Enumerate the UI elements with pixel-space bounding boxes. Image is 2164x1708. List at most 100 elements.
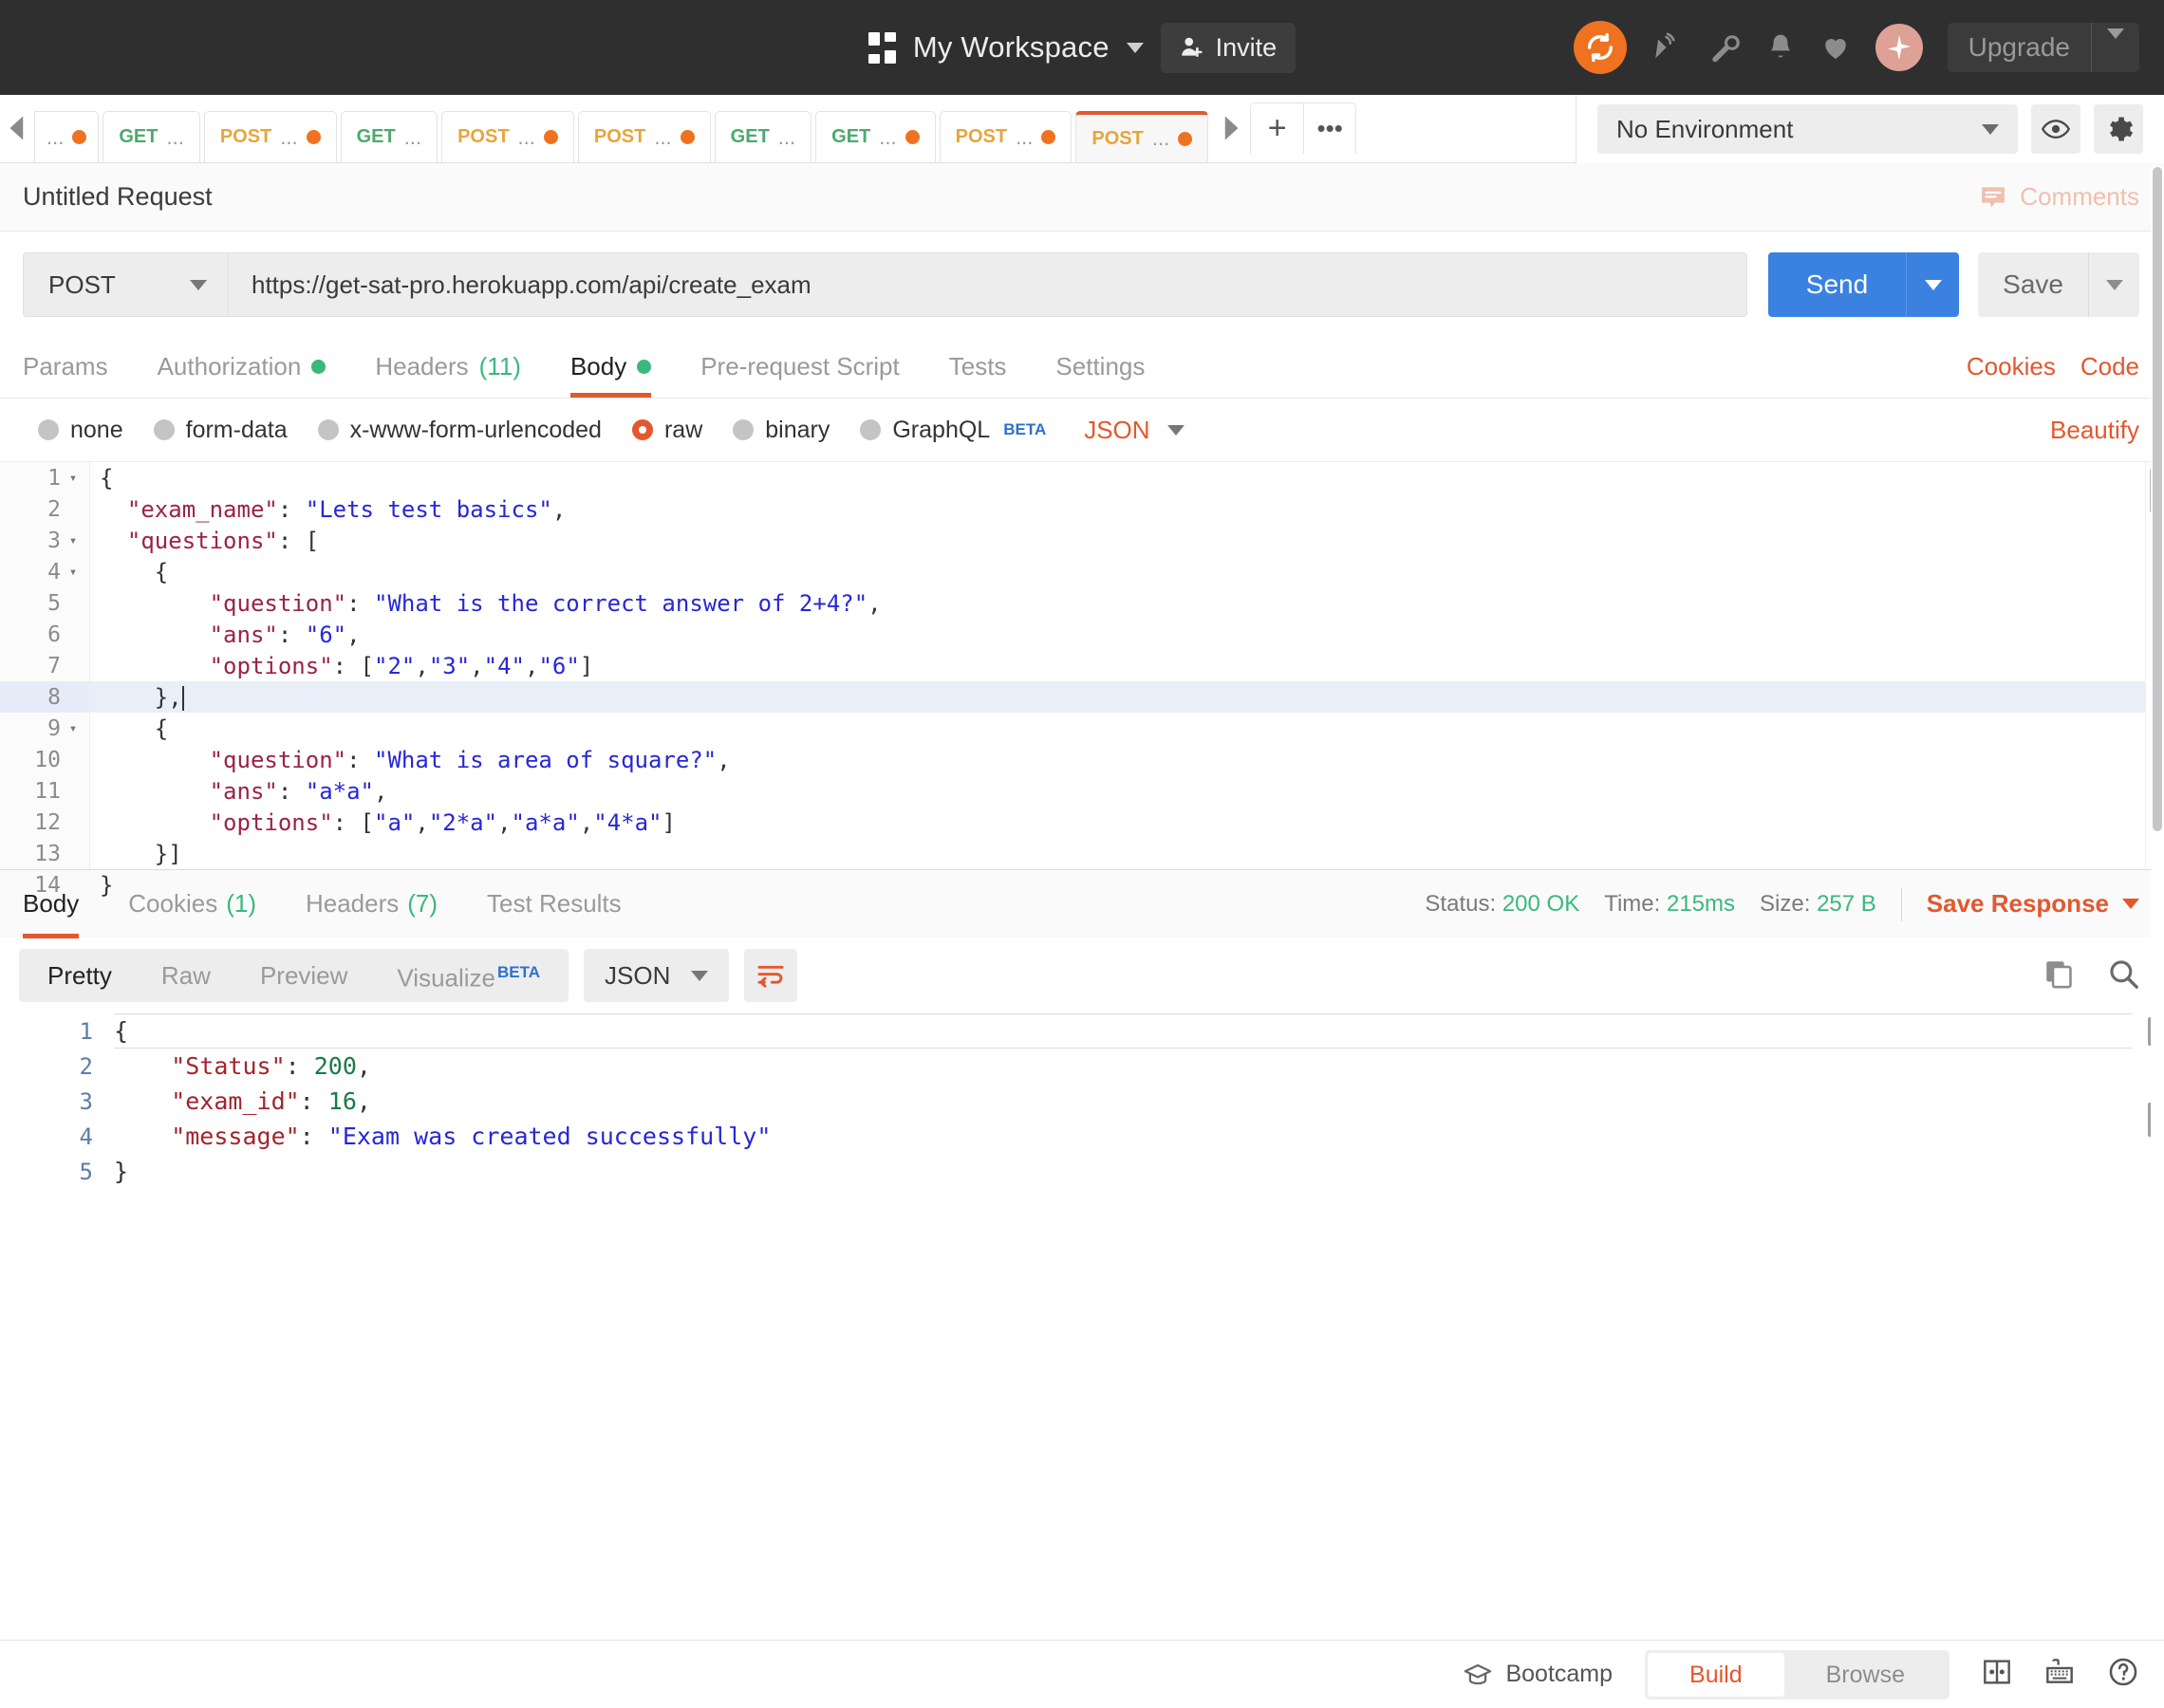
help-button[interactable] [2107,1656,2139,1693]
response-tab-body[interactable]: Body [23,870,103,938]
settings-wrench-button[interactable] [1708,31,1741,64]
search-button[interactable] [2107,957,2139,994]
body-type-graphql[interactable]: GraphQL BETA [860,417,1046,444]
body-type-raw[interactable]: raw [631,417,702,444]
fold-toggle-icon[interactable]: ▾ [66,721,80,736]
request-tab[interactable]: GET ... [815,111,936,162]
scrollbar-thumb[interactable] [2153,167,2162,831]
save-button[interactable]: Save [1978,252,2088,317]
copy-button[interactable] [2043,957,2075,994]
fold-toggle-icon[interactable]: ▾ [66,471,80,486]
editor-line-text: "questions": [ [100,527,320,554]
editor-line[interactable]: "options": ["a","2*a","a*a","4*a"] [90,807,2145,838]
tab-params[interactable]: Params [23,336,133,398]
chevron-down-icon [1982,123,1999,135]
page-title[interactable]: Untitled Request [23,182,213,212]
tab-authorization[interactable]: Authorization [133,336,351,398]
sync-button[interactable] [1573,21,1627,74]
editor-line[interactable]: { [90,462,2145,493]
view-mode-visualize[interactable]: Visualize BETA [372,946,565,1005]
response-code-area[interactable]: { "Status": 200, "exam_id": 16, "message… [114,1013,2132,1421]
request-tab[interactable]: GET ... [714,111,812,162]
fold-toggle-icon[interactable]: ▾ [66,533,80,548]
body-type-urlencoded[interactable]: x-www-form-urlencoded [317,417,602,444]
broadcast-button[interactable] [1651,31,1684,64]
invite-button[interactable]: Invite [1160,22,1297,73]
browse-mode-button[interactable]: Browse [1784,1653,1947,1697]
wrap-lines-button[interactable] [744,949,798,1002]
editor-line[interactable]: }, [90,681,2145,713]
request-tab[interactable]: POST ... [939,111,1073,162]
comments-button[interactable]: Comments [1979,182,2139,212]
editor-code-area[interactable]: { "exam_name": "Lets test basics", "ques… [90,462,2145,899]
tab-pre-request-script[interactable]: Pre-request Script [676,336,924,398]
build-mode-button[interactable]: Build [1648,1652,1784,1697]
tab-tests[interactable]: Tests [924,336,1032,398]
response-body-viewer[interactable]: 1 2 3 4 5 { "Status": 200, "exam_id": 16, "m… [0,1013,2164,1421]
request-body-editor[interactable]: 1 ▾ 2 3 ▾ 4 ▾ 5 6 7 8 9 ▾ 10 11 12 13 14 { "exam_name": "… [0,461,2164,899]
upgrade-caret[interactable] [2092,28,2139,65]
response-tab-headers[interactable]: Headers (7) [281,870,462,938]
code-link[interactable]: Code [2080,352,2139,381]
editor-line[interactable]: { [90,713,2145,744]
keyboard-shortcuts-button[interactable] [2044,1657,2075,1692]
editor-line[interactable]: { [90,556,2145,587]
http-method-selector[interactable]: POST [23,252,228,317]
new-tab-button[interactable]: + [1250,102,1304,154]
request-tab[interactable]: POST ... [577,111,711,162]
environment-quick-look-button[interactable] [2031,104,2080,154]
tabs-scroll-right-button[interactable] [1212,94,1250,162]
environment-settings-button[interactable] [2094,104,2143,154]
request-tabs-list: Params Authorization Headers (11) Body P… [23,336,1169,398]
editor-line[interactable]: "options": ["2","3","4","6"] [90,650,2145,681]
save-options-button[interactable] [2088,252,2139,317]
bootcamp-button[interactable]: Bootcamp [1464,1661,1613,1689]
editor-line-number: 7 [47,653,61,678]
new-button[interactable] [1875,24,1923,71]
fold-toggle-icon[interactable]: ▾ [66,565,80,580]
editor-line[interactable]: }] [90,838,2145,869]
editor-line[interactable]: "ans": "a*a", [90,775,2145,807]
favorites-button[interactable] [1820,32,1851,63]
url-input[interactable]: https://get-sat-pro.herokuapp.com/api/cr… [228,252,1747,317]
body-type-none[interactable]: none [38,417,123,444]
cookies-link[interactable]: Cookies [1967,352,2056,381]
request-tab-active[interactable]: POST ... [1075,111,1209,162]
editor-line[interactable]: "questions": [ [90,525,2145,556]
main-scrollbar[interactable] [2151,167,2164,1640]
tab-settings[interactable]: Settings [1031,336,1169,398]
editor-line-text: "ans": "6", [100,621,361,648]
view-mode-raw[interactable]: Raw [137,949,235,1002]
editor-line[interactable]: "ans": "6", [90,619,2145,650]
editor-line[interactable]: "question": "What is the correct answer … [90,587,2145,619]
editor-line[interactable]: "question": "What is area of square?", [90,744,2145,775]
response-tab-cookies[interactable]: Cookies (1) [103,870,281,938]
send-options-button[interactable] [1906,252,1960,317]
beautify-button[interactable]: Beautify [2050,416,2139,445]
workspace-name[interactable]: My Workspace [913,30,1110,65]
view-mode-preview[interactable]: Preview [235,949,372,1002]
body-type-form-data[interactable]: form-data [153,417,288,444]
environment-selector[interactable]: No Environment [1597,104,2018,154]
request-tab[interactable]: ... [34,111,100,162]
tab-more-button[interactable]: ••• [1303,102,1357,154]
response-format-selector[interactable]: JSON [584,949,730,1002]
request-tab[interactable]: POST ... [203,111,337,162]
raw-format-selector[interactable]: JSON [1084,416,1185,445]
tab-headers[interactable]: Headers (11) [350,336,546,398]
editor-gutter: 1 ▾ 2 3 ▾ 4 ▾ 5 6 7 8 9 ▾ 10 11 12 13 14 [0,462,90,898]
response-tab-test-results[interactable]: Test Results [462,870,646,938]
tab-body[interactable]: Body [546,336,676,398]
editor-line[interactable]: "exam_name": "Lets test basics", [90,493,2145,525]
body-type-binary[interactable]: binary [733,417,830,444]
request-tab[interactable]: GET ... [340,111,438,162]
view-mode-pretty[interactable]: Pretty [23,949,137,1002]
send-button[interactable]: Send [1767,252,1907,317]
chevron-down-icon[interactable] [1126,42,1144,53]
tabs-scroll-left-button[interactable] [0,94,34,162]
upgrade-button[interactable]: Upgrade [1947,23,2139,72]
request-tab[interactable]: POST ... [441,111,574,162]
notifications-button[interactable] [1765,32,1796,63]
two-pane-button[interactable] [1982,1657,2012,1692]
request-tab[interactable]: GET ... [103,111,200,162]
